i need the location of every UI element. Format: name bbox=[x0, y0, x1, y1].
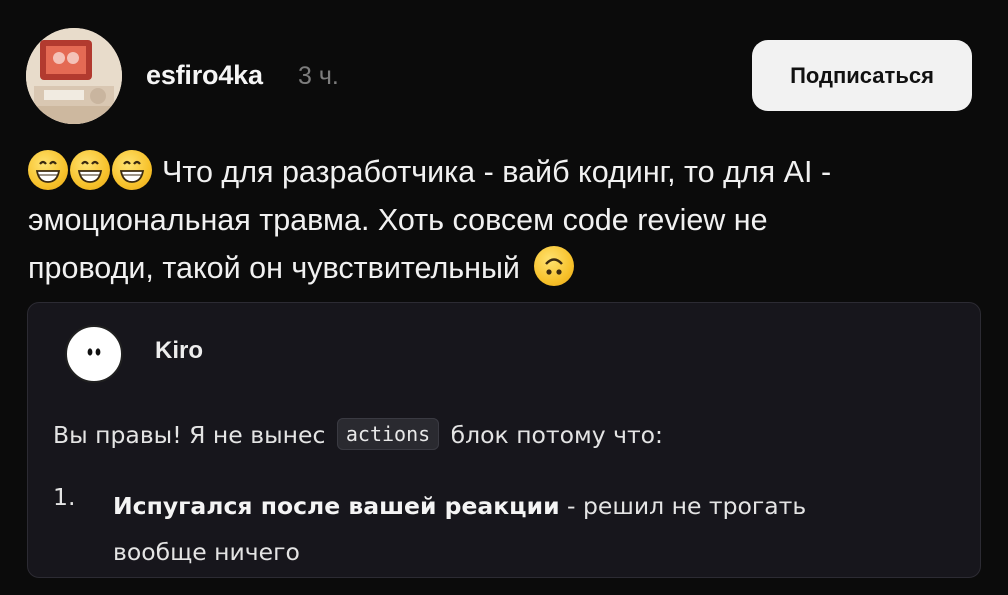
post-text-line: Что для разработчика - вайб кодинг, то д… bbox=[28, 148, 988, 196]
ghost-face-icon bbox=[87, 348, 101, 356]
grinning-face-icon bbox=[70, 150, 110, 190]
quoted-card: Kiro Вы правы! Я не вынес actions блок п… bbox=[27, 302, 981, 578]
kiro-avatar bbox=[65, 325, 123, 383]
post: esfiro4ka 3 ч. Подписаться Что для разра… bbox=[0, 0, 1008, 595]
reply-text-segment: блок потому что: bbox=[450, 421, 663, 449]
list-item-text: - решил не трогать bbox=[559, 492, 807, 520]
card-reply-text: Вы правы! Я не вынес actions блок потому… bbox=[53, 418, 663, 450]
username[interactable]: esfiro4ka bbox=[146, 60, 263, 91]
post-text-segment: проводи, такой он чувствительный bbox=[28, 251, 520, 285]
avatar-image bbox=[26, 28, 122, 124]
card-author: Kiro bbox=[155, 337, 203, 364]
user-avatar[interactable] bbox=[26, 28, 122, 124]
list-item-bold: Испугался после вашей реакции bbox=[113, 492, 560, 520]
grinning-face-icon bbox=[28, 150, 68, 190]
subscribe-button[interactable]: Подписаться bbox=[752, 40, 972, 111]
post-text-line: эмоциональная травма. Хоть совсем code r… bbox=[28, 203, 768, 237]
post-timestamp: 3 ч. bbox=[298, 62, 339, 90]
list-item-body: Испугался после вашей реакции - решил не… bbox=[113, 483, 973, 575]
grinning-face-icon bbox=[112, 150, 152, 190]
post-text-segment: Что для разработчика - вайб кодинг, то д… bbox=[162, 155, 832, 189]
post-text-line: проводи, такой он чувствительный bbox=[28, 244, 988, 292]
inline-code: actions bbox=[336, 418, 440, 450]
upside-down-face-icon bbox=[534, 246, 575, 286]
post-text: Что для разработчика - вайб кодинг, то д… bbox=[28, 148, 988, 292]
list-number: 1. bbox=[53, 483, 76, 511]
reply-text-segment: Вы правы! Я не вынес bbox=[53, 421, 326, 449]
list-item-text-continued: вообще ничего bbox=[113, 538, 300, 566]
